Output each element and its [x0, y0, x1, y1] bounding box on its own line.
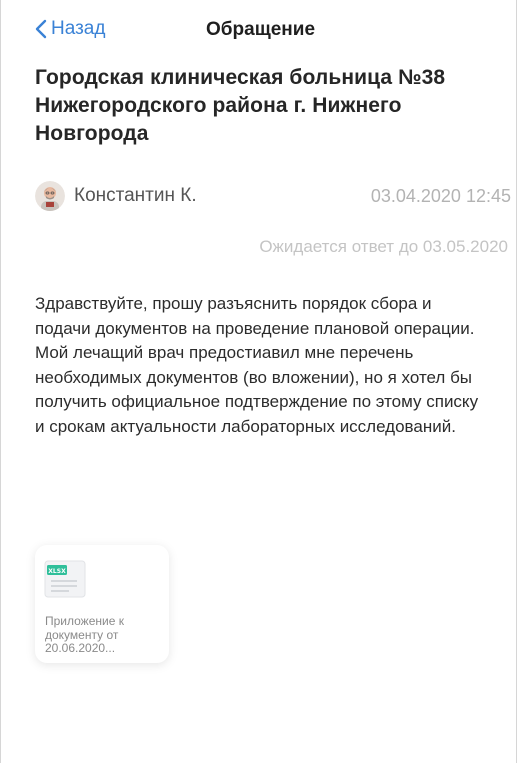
author-row: Константин К. 03.04.2020 12:45 [35, 181, 511, 211]
back-button[interactable]: Назад [35, 18, 105, 40]
chevron-left-icon [35, 19, 47, 39]
back-label: Назад [51, 18, 106, 39]
request-screen: Назад Обращение Городская клиническая бо… [0, 0, 517, 763]
organization-name: Городская клиническая больница №38 Нижег… [35, 66, 446, 145]
xlsx-file-icon: XLSX [44, 560, 86, 598]
request-date: 03.04.2020 12:45 [370, 186, 511, 206]
user-avatar[interactable] [35, 181, 65, 211]
page-title: Обращение [206, 19, 316, 40]
attachment-label: Приложение к документу от 20.06.2020... [45, 614, 124, 655]
attachment-card[interactable]: XLSX Приложение к документу от 20.06.202… [35, 545, 169, 663]
nav-bar: Назад Обращение [35, 18, 496, 46]
response-deadline: Ожидается ответ до 03.05.2020 [259, 237, 508, 256]
file-badge-text: XLSX [48, 568, 66, 575]
author-name: Константин К. [74, 185, 197, 206]
message-body: Здравствуйте, прошу разъяснить порядок с… [35, 294, 479, 436]
